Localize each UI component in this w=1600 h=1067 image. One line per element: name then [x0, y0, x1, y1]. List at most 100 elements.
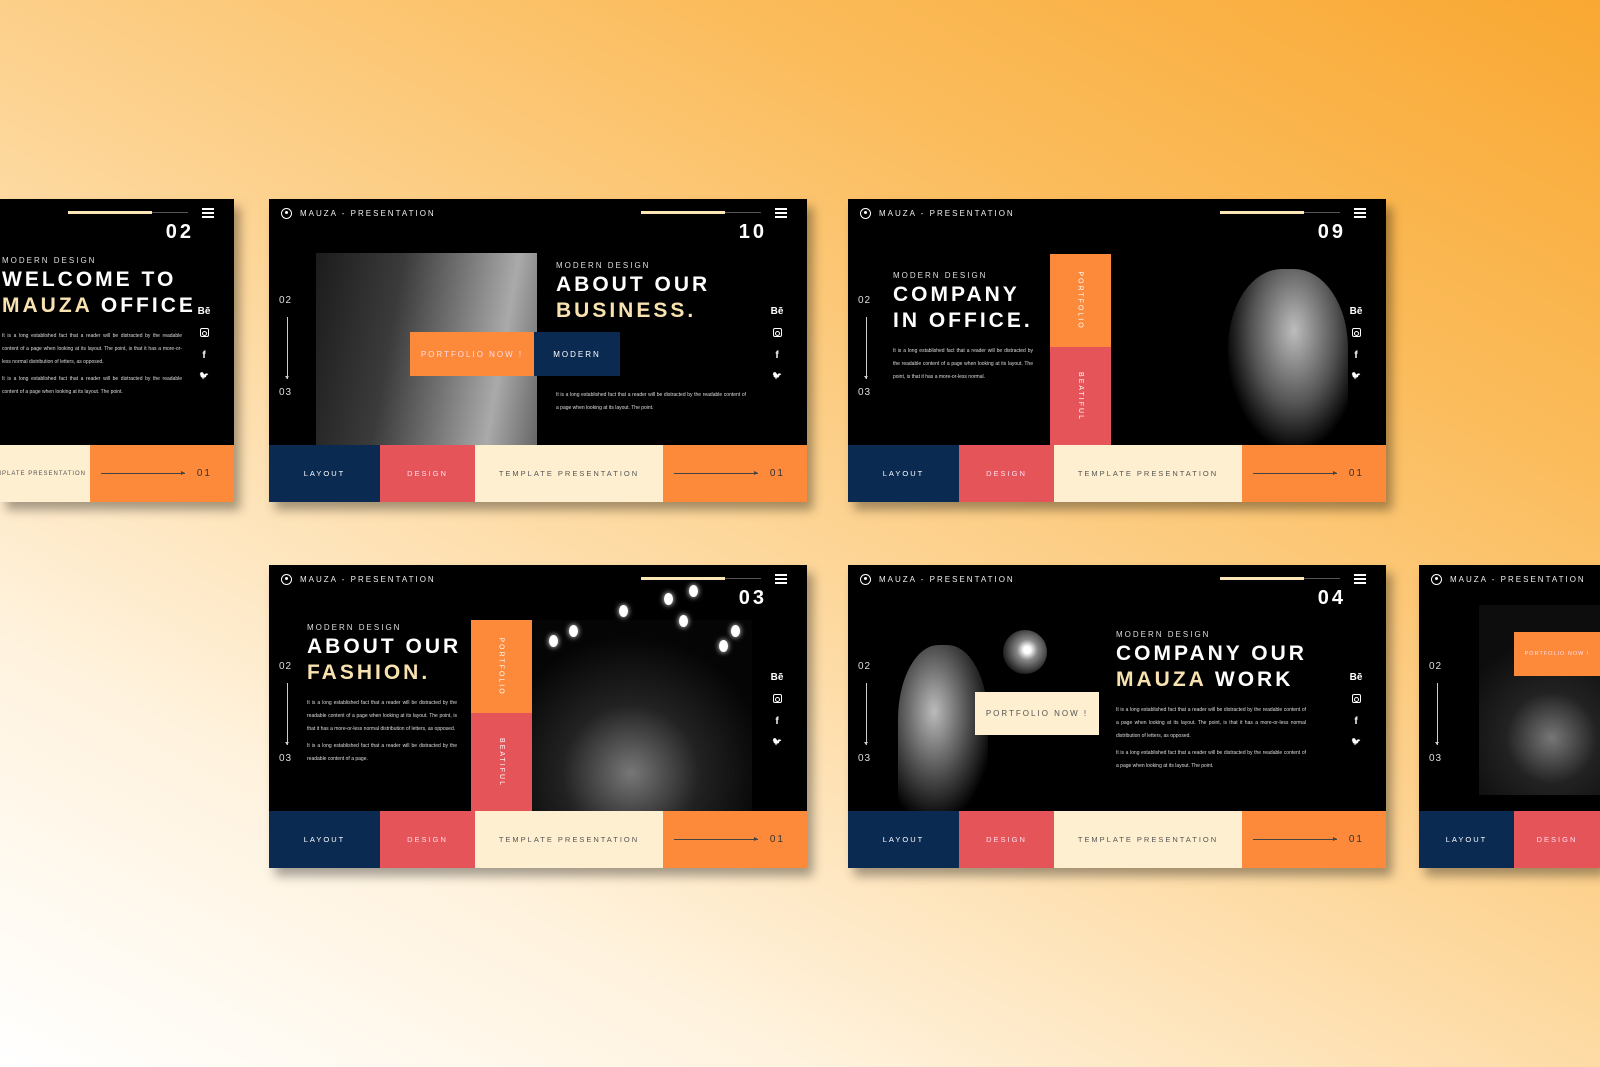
facebook-icon[interactable]: f: [1348, 350, 1364, 361]
modern-button[interactable]: MODERN: [534, 332, 620, 376]
light-bulb: [689, 585, 698, 597]
slide-4[interactable]: MODERN DESIGN ABOUT OUR FASHION. It is a lo…: [269, 565, 807, 868]
behance-icon[interactable]: Bē: [1348, 672, 1364, 683]
slide-6[interactable]: PORTFOLIO NOW ! MAUZA - PRESENTATION 02 03 L…: [1419, 565, 1600, 868]
arrow-icon: [100, 471, 185, 475]
brand-header: MAUZA - PRESENTATION: [1431, 574, 1586, 585]
slide-1[interactable]: MODERN DESIGN WELCOME TO MAUZA OFFICE It is…: [0, 199, 234, 502]
menu-line: [775, 574, 787, 576]
page-indicator[interactable]: 01: [1242, 445, 1386, 502]
instagram-icon[interactable]: [1348, 328, 1364, 340]
portfolio-now-button[interactable]: PORTFOLIO NOW !: [410, 332, 534, 376]
instagram-glyph: [199, 328, 209, 337]
instagram-icon[interactable]: [196, 328, 212, 340]
menu-icon[interactable]: [775, 208, 787, 220]
user-logo-icon: [860, 574, 871, 585]
layout-tab[interactable]: LAYOUT: [269, 811, 380, 868]
twitter-icon[interactable]: 🐦: [196, 371, 212, 380]
facebook-icon[interactable]: f: [1348, 716, 1364, 727]
menu-icon[interactable]: [202, 208, 214, 220]
menu-line: [202, 208, 214, 210]
beautiful-label: BEATIFUL: [498, 737, 505, 787]
portfolio-now-button[interactable]: PORTFOLIO NOW !: [1514, 632, 1600, 676]
facebook-icon[interactable]: f: [769, 350, 785, 361]
facebook-icon[interactable]: f: [769, 716, 785, 727]
design-tab[interactable]: DESIGN: [380, 445, 475, 502]
template-tab[interactable]: TEMPLATE PRESENTATION: [1054, 445, 1242, 502]
twitter-icon[interactable]: 🐦: [1348, 737, 1364, 746]
nav-next[interactable]: 03: [858, 753, 871, 764]
slide-title: COMPANY OUR MAUZA WORK: [1116, 641, 1307, 693]
brand-header: MAUZA - PRESENTATION: [860, 208, 1015, 219]
facebook-icon[interactable]: f: [196, 350, 212, 361]
layout-tab[interactable]: LAYOUT: [848, 445, 959, 502]
nav-line: [864, 683, 868, 745]
lamp-photo: [1003, 630, 1047, 674]
nav-prev[interactable]: 02: [279, 295, 292, 306]
menu-icon[interactable]: [1354, 208, 1366, 220]
behance-icon[interactable]: Bē: [769, 672, 785, 683]
layout-tab[interactable]: LAYOUT: [269, 445, 380, 502]
behance-icon[interactable]: Bē: [1348, 306, 1364, 317]
nav-next[interactable]: 03: [279, 753, 292, 764]
nav-prev[interactable]: 02: [1429, 661, 1442, 672]
subtitle: MODERN DESIGN: [893, 271, 988, 280]
progress-bar: [641, 577, 761, 580]
design-tab[interactable]: DESIGN: [959, 811, 1054, 868]
template-tab[interactable]: TEMPLATE PRESENTATION: [475, 811, 663, 868]
title-line-2: FASHION.: [307, 660, 461, 686]
nav-prev[interactable]: 02: [279, 661, 292, 672]
menu-icon[interactable]: [775, 574, 787, 586]
menu-icon[interactable]: [1354, 574, 1366, 586]
template-tab[interactable]: TEMPLATE PRESENTATION: [0, 445, 90, 502]
slide-title: WELCOME TO MAUZA OFFICE: [2, 267, 196, 319]
page-indicator[interactable]: 01: [663, 445, 807, 502]
brand-header: MAUZA - PRESENTATION: [860, 574, 1015, 585]
nav-prev[interactable]: 02: [858, 661, 871, 672]
design-tab[interactable]: DESIGN: [959, 445, 1054, 502]
nav-line: [1435, 683, 1439, 745]
instagram-icon[interactable]: [769, 694, 785, 706]
twitter-icon[interactable]: 🐦: [1348, 371, 1364, 380]
instagram-icon[interactable]: [1348, 694, 1364, 706]
design-tab[interactable]: DESIGN: [380, 811, 475, 868]
slide-number: 04: [1317, 587, 1346, 609]
slide-2[interactable]: PORTFOLIO NOW ! MODERN MODERN DESIGN ABOUT …: [269, 199, 807, 502]
behance-icon[interactable]: Bē: [196, 306, 212, 317]
progress-fill: [1220, 211, 1304, 214]
menu-line: [1354, 208, 1366, 210]
nav-prev[interactable]: 02: [858, 295, 871, 306]
menu-line: [775, 212, 787, 214]
nav-next[interactable]: 03: [858, 387, 871, 398]
design-tab[interactable]: DESIGN: [1514, 811, 1600, 868]
twitter-icon[interactable]: 🐦: [769, 371, 785, 380]
user-logo-icon: [281, 574, 292, 585]
paragraph: It is a long established fact that a rea…: [1116, 750, 1306, 769]
portfolio-now-button[interactable]: PORTFOLIO NOW !: [975, 692, 1099, 735]
layout-tab[interactable]: LAYOUT: [1419, 811, 1514, 868]
twitter-icon[interactable]: 🐦: [769, 737, 785, 746]
portfolio-label-block: PORTFOLIO: [1050, 254, 1111, 347]
paragraph-block: It is a long established fact that a rea…: [2, 330, 182, 403]
template-tab[interactable]: TEMPLATE PRESENTATION: [1054, 811, 1242, 868]
slide-3[interactable]: MODERN DESIGN COMPANY IN OFFICE. It is a lo…: [848, 199, 1386, 502]
slide-5[interactable]: MODERN DESIGN COMPANY OUR MAUZA WORK It is …: [848, 565, 1386, 868]
page-number: 01: [1348, 468, 1364, 479]
page-indicator[interactable]: 01: [663, 811, 807, 868]
user-logo-icon: [1431, 574, 1442, 585]
title-line-2: BUSINESS.: [556, 299, 697, 322]
layout-tab[interactable]: LAYOUT: [848, 811, 959, 868]
instagram-glyph: [772, 328, 782, 337]
nav-next[interactable]: 03: [1429, 753, 1442, 764]
template-tab[interactable]: TEMPLATE PRESENTATION: [475, 445, 663, 502]
nav-next[interactable]: 03: [279, 387, 292, 398]
title-rest: IN OFFICE.: [893, 309, 1033, 332]
page-indicator[interactable]: 01: [90, 445, 234, 502]
behance-icon[interactable]: Bē: [769, 306, 785, 317]
page-indicator[interactable]: 01: [1242, 811, 1386, 868]
instagram-icon[interactable]: [769, 328, 785, 340]
menu-line: [775, 578, 787, 580]
menu-line: [775, 216, 787, 218]
progress-fill: [641, 577, 725, 580]
bottom-bar: LAYOUT DESIGN TEMPLATE PRESENTATION 01: [848, 445, 1386, 502]
